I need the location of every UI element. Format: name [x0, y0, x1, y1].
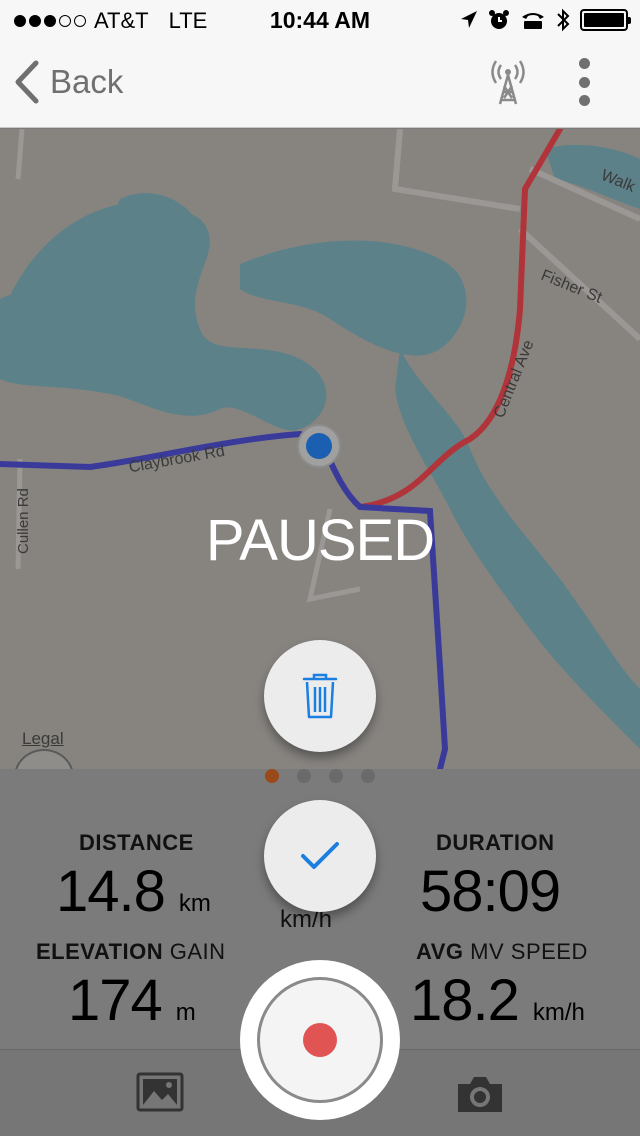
chevron-left-icon	[15, 60, 39, 104]
avg-speed-label-bold: AVG	[416, 939, 464, 964]
avg-speed-number: 18.2	[410, 968, 520, 1033]
distance-value: 14.8 km	[56, 858, 211, 925]
status-bar: AT&T LTE 10:44 AM	[0, 0, 640, 40]
route-blue	[0, 430, 449, 769]
legal-link[interactable]: Legal	[22, 729, 64, 749]
record-button[interactable]	[240, 960, 400, 1120]
page-dot-2[interactable]	[297, 769, 311, 783]
duration-value: 58:09	[420, 858, 561, 925]
distance-unit: km	[178, 890, 211, 917]
status-right	[460, 8, 631, 32]
duration-number: 58:09	[420, 859, 561, 924]
page-dot-3[interactable]	[329, 769, 343, 783]
elevation-label-regular: GAIN	[169, 939, 226, 964]
avg-speed-label-regular: MV SPEED	[470, 939, 588, 964]
page-indicator[interactable]	[0, 769, 640, 787]
more-vertical-icon[interactable]	[572, 58, 596, 106]
record-icon	[303, 1023, 337, 1057]
location-dot	[306, 433, 332, 459]
elevation-label: ELEVATION GAIN	[36, 939, 226, 965]
page-dot-1[interactable]	[265, 769, 279, 783]
antenna-icon[interactable]	[488, 58, 528, 106]
avg-speed-unit: km/h	[532, 999, 585, 1026]
elevation-value: 174 m	[68, 967, 196, 1034]
elevation-number: 174	[68, 968, 163, 1033]
road-faint-4	[15, 129, 25, 180]
battery-icon	[580, 9, 631, 31]
page-dot-4[interactable]	[361, 769, 375, 783]
photo-icon[interactable]	[136, 1072, 184, 1112]
distance-number: 14.8	[56, 859, 166, 924]
road-faint-1	[391, 129, 521, 212]
back-label: Back	[50, 63, 124, 100]
trash-icon	[302, 673, 338, 719]
distance-label: DISTANCE	[79, 830, 194, 855]
discard-button[interactable]	[264, 640, 376, 752]
camera-icon[interactable]	[456, 1074, 504, 1114]
nav-bar: Back	[0, 40, 640, 128]
avg-speed-label: AVG MV SPEED	[416, 939, 588, 965]
elevation-label-bold: ELEVATION	[36, 939, 164, 964]
record-ring	[257, 977, 383, 1103]
bluetooth-icon	[557, 8, 570, 32]
checkmark-icon	[301, 842, 339, 869]
avg-speed-value: 18.2 km/h	[410, 967, 585, 1034]
duration-label: DURATION	[436, 830, 555, 855]
back-button[interactable]: Back	[14, 60, 123, 104]
save-button[interactable]	[264, 800, 376, 912]
paused-overlay: PAUSED	[205, 508, 435, 573]
street-label-claybrook: Claybrook Rd	[128, 443, 226, 477]
alarm-icon	[489, 10, 509, 29]
tty-icon	[522, 13, 544, 29]
river-branch	[240, 240, 467, 356]
location-arrow-icon	[461, 11, 477, 28]
elevation-unit: m	[175, 999, 196, 1026]
